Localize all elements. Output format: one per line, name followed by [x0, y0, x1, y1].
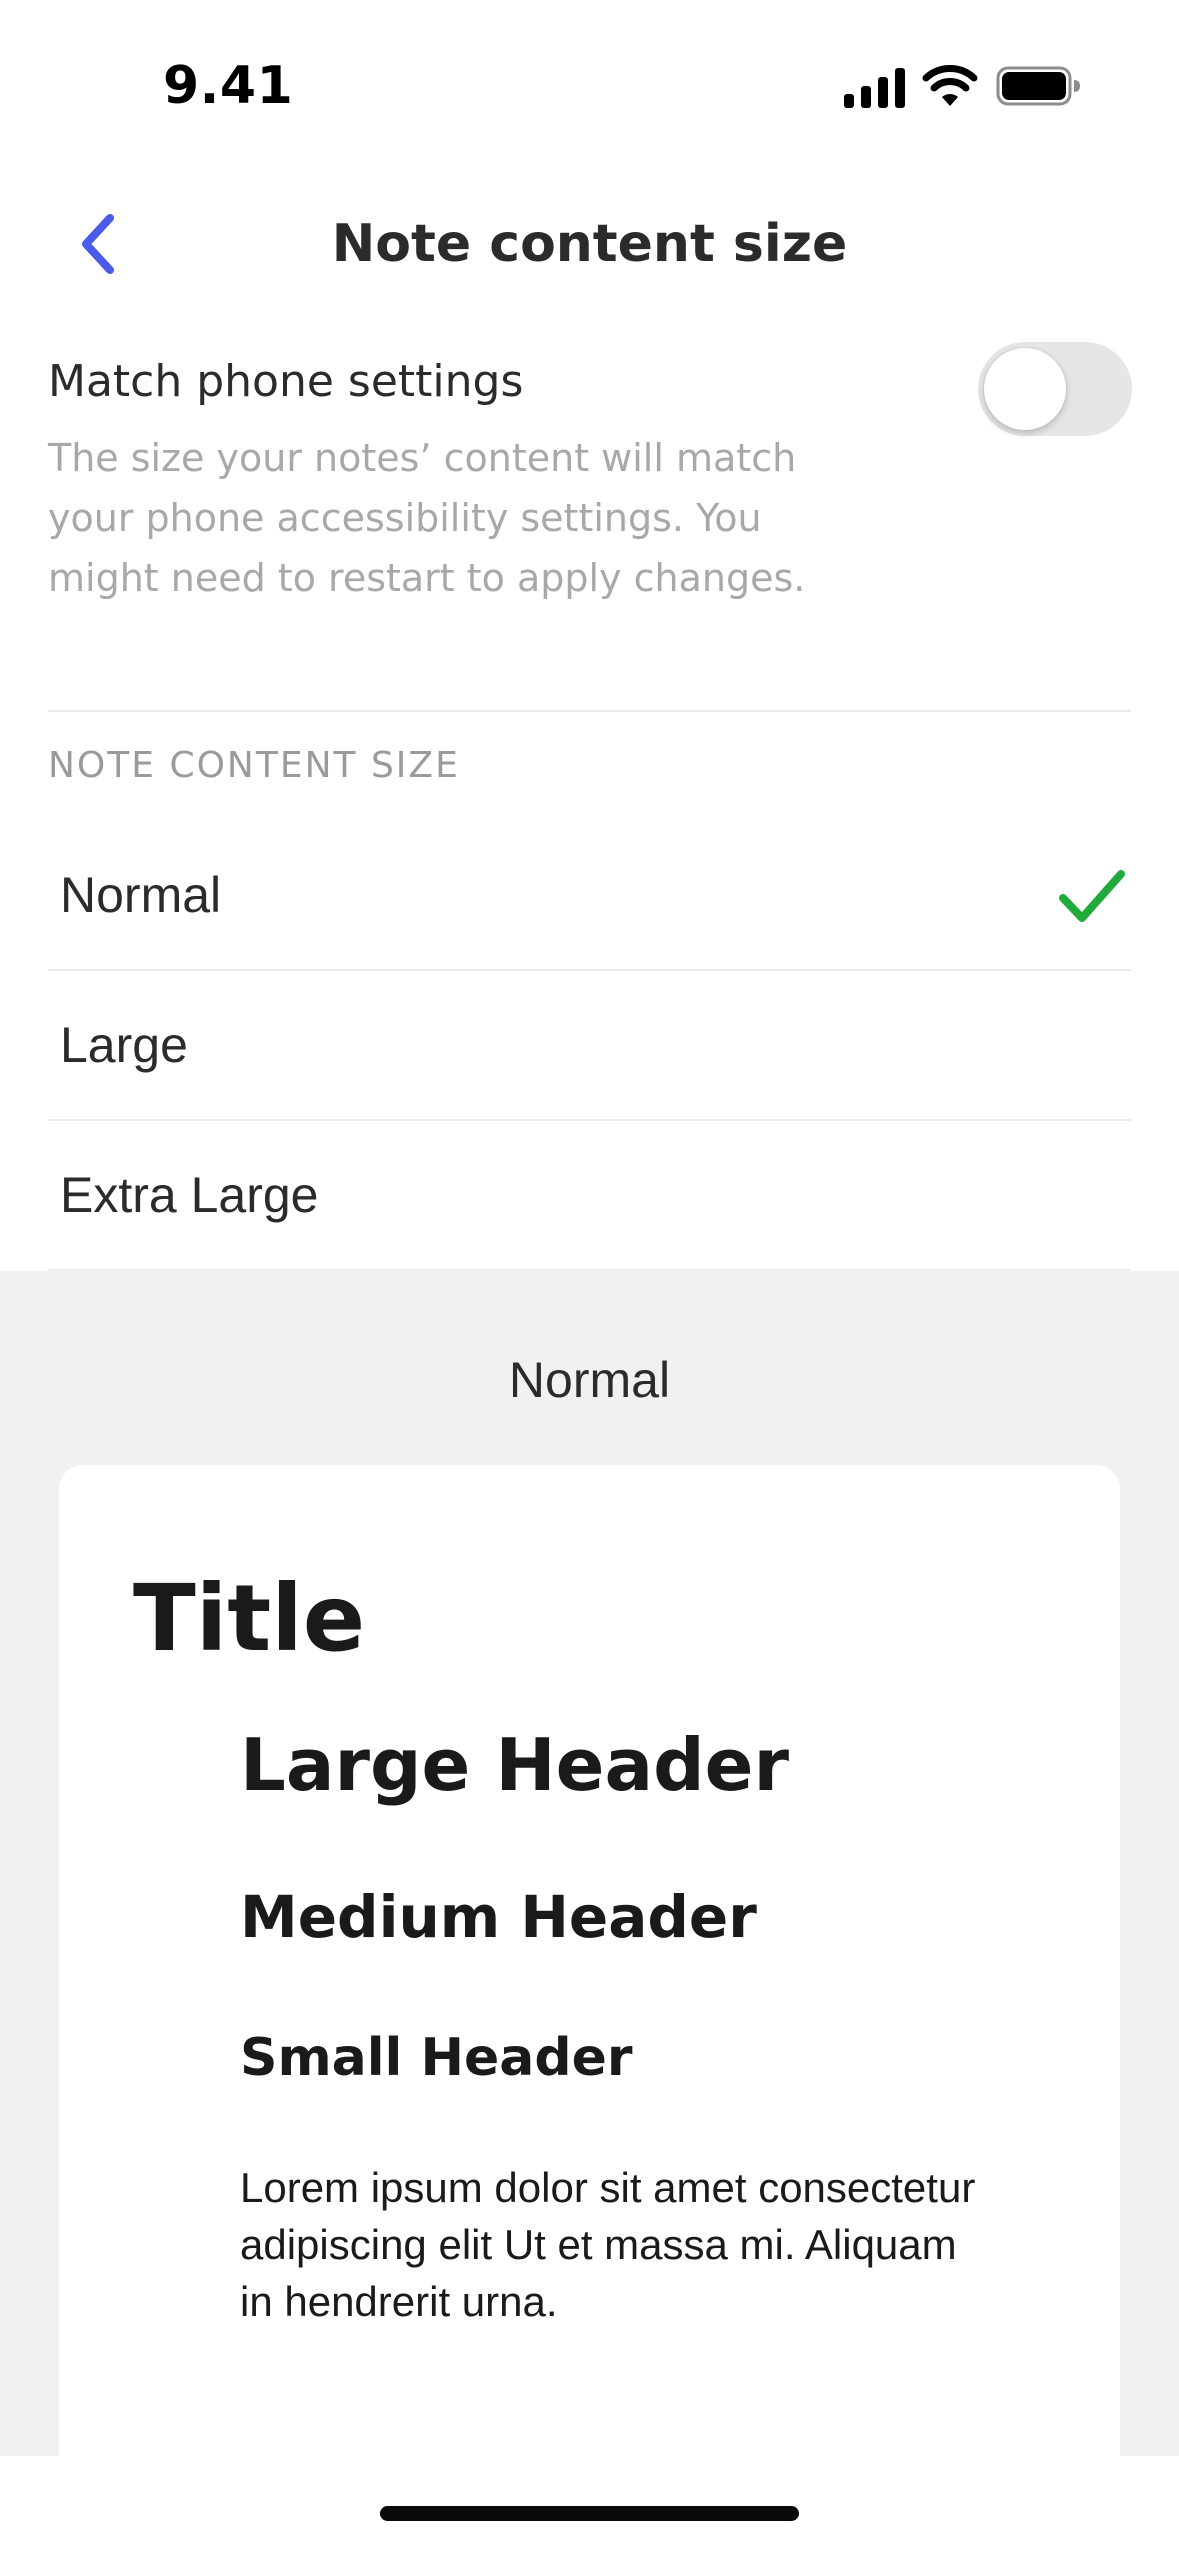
- divider: [48, 969, 1131, 971]
- toggle-knob: [984, 348, 1066, 430]
- checkmark-icon: [1059, 870, 1125, 922]
- screen: 9.41 Note content size Match phone setti…: [0, 0, 1179, 2556]
- preview-small-header: Small Header: [240, 2028, 633, 2088]
- size-option-label: Large: [60, 1017, 188, 1073]
- match-settings-section: Match phone settings The size your notes…: [48, 340, 1132, 608]
- divider: [48, 1119, 1131, 1121]
- preview-medium-header: Medium Header: [240, 1883, 757, 1951]
- wifi-icon: [922, 65, 978, 106]
- match-settings-description: The size your notes’ content will match …: [48, 436, 806, 600]
- page-title: Note content size: [331, 214, 848, 274]
- nav-bar: Note content size: [0, 176, 1179, 306]
- size-option-large[interactable]: Large: [48, 972, 1131, 1120]
- size-option-label: Normal: [60, 867, 222, 923]
- match-settings-toggle[interactable]: [978, 342, 1132, 436]
- preview-card: Title Large Header Medium Header Small H…: [59, 1465, 1120, 2556]
- size-option-extra-large[interactable]: Extra Large: [48, 1122, 1131, 1270]
- status-time: 9.41: [163, 56, 294, 116]
- preview-area: Normal Title Large Header Medium Header …: [0, 1271, 1179, 2556]
- section-header: NOTE CONTENT SIZE: [48, 745, 460, 786]
- preview-size-label: Normal: [508, 1352, 671, 1408]
- size-option-normal[interactable]: Normal: [48, 822, 1131, 970]
- size-option-label: Extra Large: [60, 1167, 319, 1223]
- home-indicator[interactable]: [380, 2506, 799, 2521]
- preview-body-text: Lorem ipsum dolor sit amet consectetur a…: [240, 2164, 976, 2325]
- home-bar-area: [0, 2456, 1179, 2556]
- signal-icon: [844, 68, 905, 108]
- match-settings-title: Match phone settings: [48, 356, 524, 407]
- divider: [48, 710, 1131, 712]
- preview-title: Title: [133, 1565, 366, 1672]
- battery-icon: [996, 66, 1080, 106]
- preview-large-header: Large Header: [240, 1723, 789, 1807]
- status-bar: 9.41: [0, 0, 1179, 176]
